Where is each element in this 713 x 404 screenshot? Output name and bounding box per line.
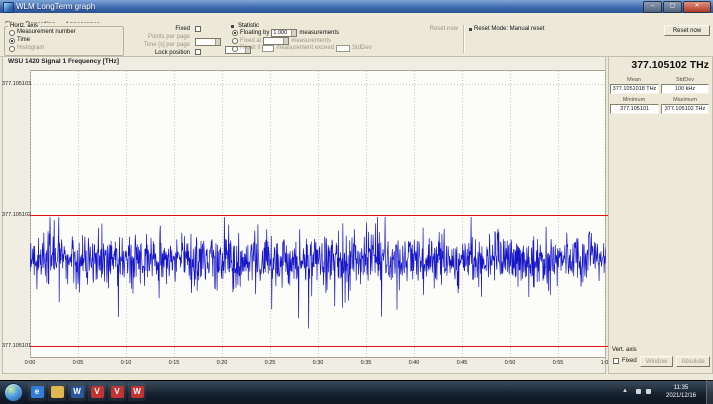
word-icon: W — [71, 386, 84, 398]
taskbar-icon-wlm-app-3[interactable]: W — [128, 383, 146, 401]
radio-time-label: Time — [17, 37, 30, 44]
x-tick-label: 0:10 — [114, 360, 138, 366]
fixed-label: Fixed — [126, 26, 190, 33]
exceed-label: measurement exceed — [276, 45, 334, 52]
radio-floating-by[interactable] — [232, 30, 238, 36]
mean-value: 377.1051018 THz — [610, 84, 659, 94]
x-tick-label: 0:15 — [162, 360, 186, 366]
maximum-value: 377.105102 THz — [661, 104, 709, 114]
start-button[interactable] — [4, 383, 23, 402]
volume-icon[interactable] — [646, 389, 651, 394]
taskbar-icon-wlm-app-2[interactable]: V — [108, 383, 126, 401]
toolbar-separator — [463, 25, 465, 53]
fixed-at-label: Fixed at — [240, 38, 261, 45]
vert-axis-fixed-label: Fixed — [622, 358, 637, 365]
vert-axis-window-button[interactable]: Window — [640, 356, 673, 367]
show-desktop-button[interactable] — [706, 380, 713, 404]
window-title: WLM LongTerm graph — [16, 2, 95, 11]
maximize-button[interactable]: ▢ — [663, 1, 682, 13]
vert-axis-absolute-button[interactable]: Absolute — [676, 356, 710, 367]
radio-histogram[interactable] — [9, 46, 15, 52]
vert-axis-label: Vert. axis — [612, 347, 637, 354]
stddev-label: StdDev — [661, 77, 709, 83]
plot-area[interactable] — [30, 70, 606, 358]
floating-by-label: Floating by — [240, 30, 269, 37]
bullet-icon — [231, 25, 234, 28]
points-per-page-label: Points per page — [126, 34, 190, 41]
clock-time: 11:35 — [658, 384, 704, 392]
title-bar[interactable]: WLM LongTerm graph – ▢ ✕ — [0, 0, 713, 13]
mean-label: Mean — [610, 77, 658, 83]
floating-by-value: 1.000 — [273, 30, 287, 37]
x-tick-label: 0:55 — [546, 360, 570, 366]
internet-icon: e — [31, 386, 44, 398]
toolbar: Horiz. axis Measurement number Time Hist… — [0, 23, 713, 57]
close-button[interactable]: ✕ — [683, 1, 711, 13]
y-tick-label: 377.105103 — [2, 81, 28, 87]
reset-now-disabled-label: Reset now — [412, 26, 458, 33]
points-per-page-spinner[interactable] — [195, 38, 221, 46]
x-tick-label: 0:45 — [450, 360, 474, 366]
lock-position-checkbox[interactable] — [195, 49, 201, 55]
exceed-stddev-field[interactable] — [336, 45, 350, 52]
floating-by-spinner[interactable]: 1.000 — [271, 29, 297, 37]
minimum-value: 377.105101 — [610, 104, 659, 114]
fixed-at-spinner[interactable] — [263, 37, 289, 45]
taskbar — [0, 380, 713, 404]
reset-if-label: Reset if — [240, 45, 260, 52]
fixed-checkbox[interactable] — [195, 26, 201, 32]
reset-now-button[interactable]: Reset now — [664, 25, 710, 36]
x-tick-label: 0:50 — [498, 360, 522, 366]
radio-fixed-at[interactable] — [232, 38, 238, 44]
explorer-icon — [51, 386, 64, 398]
radio-time[interactable] — [9, 38, 15, 44]
stddev-unit-label: StdDev — [352, 45, 372, 52]
radio-reset-if[interactable] — [232, 46, 238, 52]
clock-date: 2021/12/16 — [658, 392, 704, 400]
x-tick-label: 0:00 — [18, 360, 42, 366]
time-per-page-label: Time [s] per page — [126, 42, 190, 49]
taskbar-icon-word[interactable]: W — [68, 383, 86, 401]
bullet-icon — [469, 28, 472, 31]
wlm-app-2-icon: V — [111, 386, 124, 398]
measurements-label: measurements — [299, 30, 339, 37]
spinner-buttons-icon[interactable] — [291, 30, 296, 36]
spinner-buttons-icon[interactable] — [215, 39, 220, 45]
y-tick-label: 377.105102 — [2, 212, 28, 218]
maximum-label: Maximum — [661, 97, 709, 103]
x-tick-label: 0:40 — [402, 360, 426, 366]
wlm-app-3-icon: W — [131, 386, 144, 398]
clock[interactable]: 11:35 2021/12/16 — [658, 384, 704, 400]
reference-line-top — [30, 215, 622, 216]
screen: WLM LongTerm graph – ▢ ✕ FileRecordingAp… — [0, 0, 713, 404]
vert-axis-fixed-checkbox[interactable] — [613, 358, 619, 364]
x-tick-label: 0:05 — [66, 360, 90, 366]
y-tick-label: 377.105101 — [2, 343, 28, 349]
reset-mode-label: Reset Mode: Manual reset — [474, 26, 544, 33]
minimize-button[interactable]: – — [643, 1, 662, 13]
radio-measurement-number[interactable] — [9, 30, 15, 36]
taskbar-icon-internet[interactable]: e — [28, 383, 46, 401]
network-icon[interactable] — [636, 389, 641, 394]
reference-line-bottom — [30, 346, 622, 347]
minimum-label: Minimum — [610, 97, 658, 103]
app-icon — [3, 2, 14, 13]
measurements-label-2: measurements — [291, 38, 331, 45]
window-controls: – ▢ ✕ — [643, 1, 711, 13]
current-frequency-readout: 377.105102 THz — [609, 58, 709, 73]
taskbar-icon-explorer[interactable] — [48, 383, 66, 401]
chart-title: WSU 1420 Signal 1 Frequency [THz] — [8, 58, 119, 65]
x-tick-label: 0:30 — [306, 360, 330, 366]
radio-histogram-label: Histogram — [17, 45, 44, 52]
x-tick-label: 0:20 — [210, 360, 234, 366]
taskbar-icon-wlm-app-1[interactable]: V — [88, 383, 106, 401]
x-tick-label: 0:35 — [354, 360, 378, 366]
tray-expand-icon[interactable]: ▲ — [622, 388, 628, 394]
x-tick-label: 0:25 — [258, 360, 282, 366]
radio-measurement-number-label: Measurement number — [17, 29, 76, 36]
reset-if-count-field[interactable] — [262, 45, 274, 52]
wlm-app-1-icon: V — [91, 386, 104, 398]
spinner-buttons-icon[interactable] — [283, 38, 288, 44]
stddev-value: 100 kHz — [661, 84, 709, 94]
